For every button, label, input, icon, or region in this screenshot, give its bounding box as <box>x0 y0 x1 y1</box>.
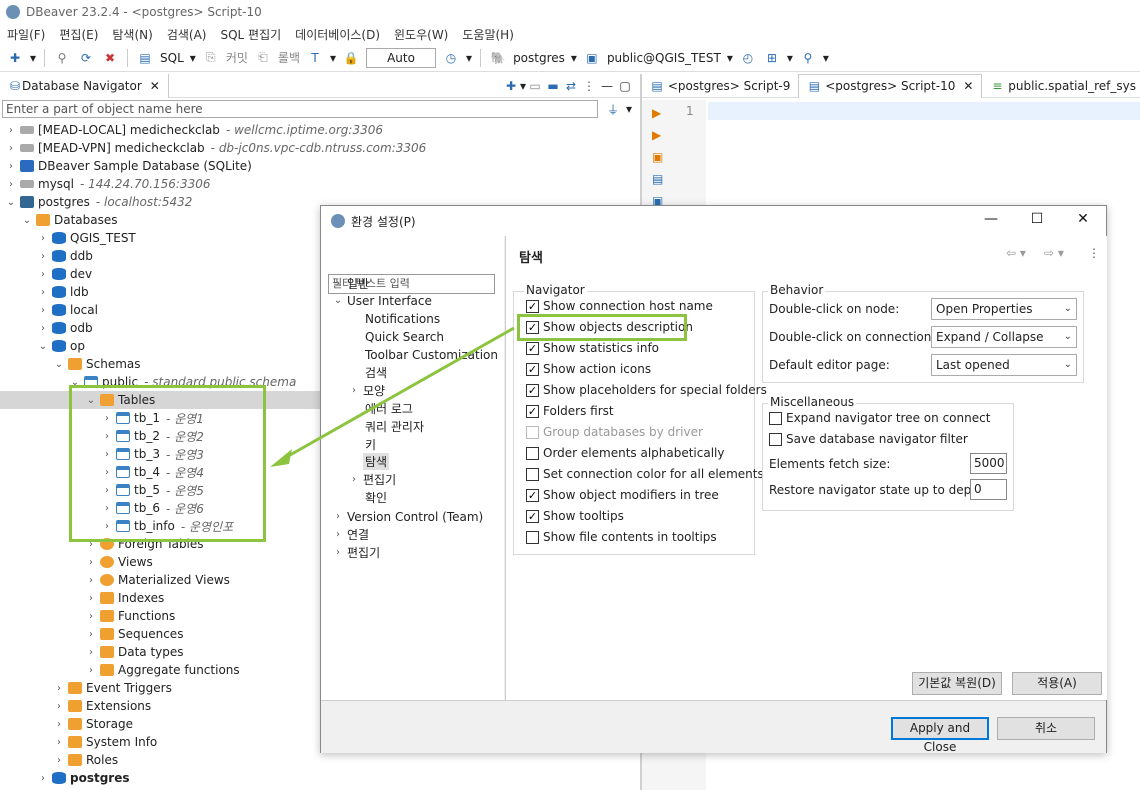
annotation-arrow <box>270 326 515 467</box>
annotation-arrow-head <box>270 449 292 467</box>
annotation-arrow-line <box>282 326 515 461</box>
